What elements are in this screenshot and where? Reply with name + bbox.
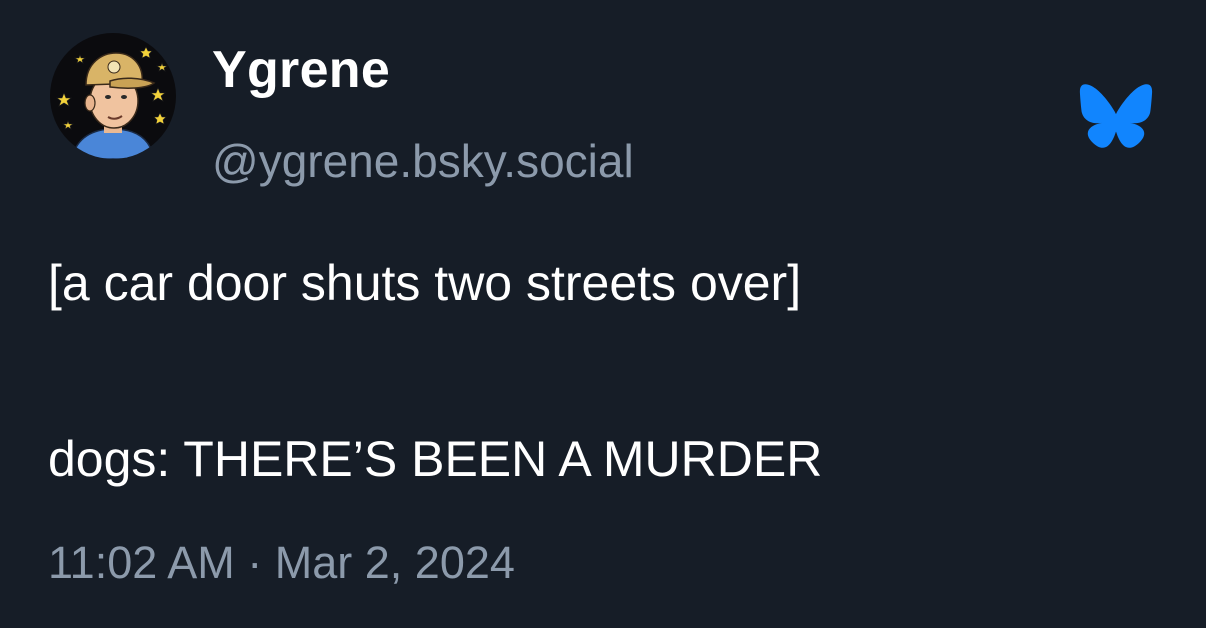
avatar[interactable] [50,33,176,159]
bluesky-butterfly-icon [1078,83,1154,149]
author-handle[interactable]: @ygrene.bsky.social [212,134,634,188]
post-timestamp[interactable]: 11:02 AM · Mar 2, 2024 [48,537,515,589]
post-text-line-1: [a car door shuts two streets over] [48,255,802,311]
post-card: Ygrene @ygrene.bsky.social [a car door s… [0,0,1206,628]
author-display-name[interactable]: Ygrene [212,40,390,100]
post-text-line-2: dogs: THERE’S BEEN A MURDER [48,431,823,487]
avatar-illustration-icon [50,33,176,159]
